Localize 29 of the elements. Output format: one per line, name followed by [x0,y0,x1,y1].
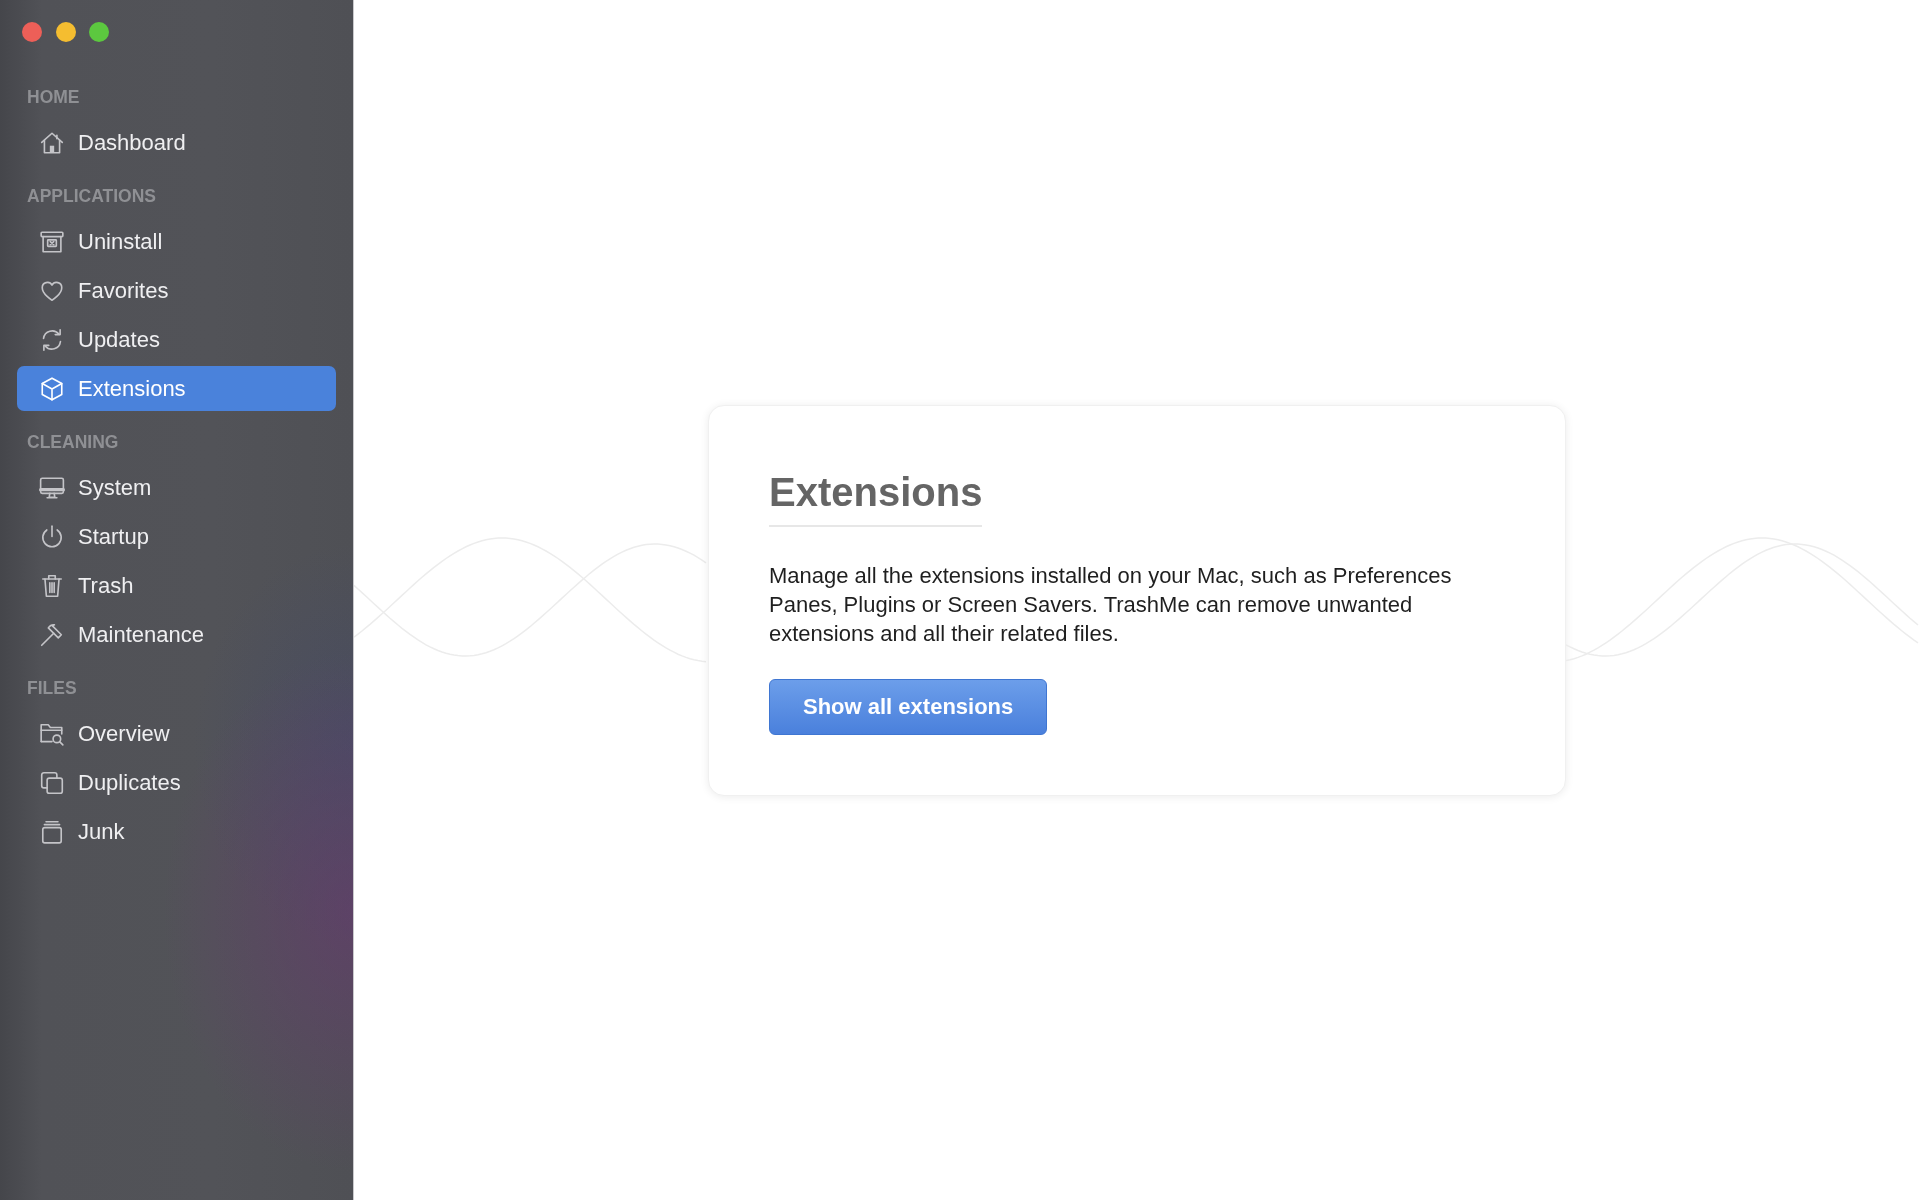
power-icon [39,523,65,550]
close-icon[interactable] [22,22,42,42]
sidebar-item[interactable]: Dashboard [17,120,336,165]
section-header: HOME [26,87,81,107]
sidebar-item[interactable]: System [17,465,336,510]
monitor-icon [39,474,65,501]
sidebar-item[interactable]: Junk [17,809,336,854]
section-header: CLEANING [26,432,120,452]
box-x-icon [39,228,65,255]
trash-icon [39,572,65,599]
sidebar-item[interactable]: Duplicates [17,760,336,805]
section-header: FILES [26,678,78,698]
cube-icon [39,375,65,402]
sidebar-item[interactable]: Startup [17,514,336,559]
card-title: Extensions [769,467,983,527]
copy-icon [39,769,65,796]
sidebar-item[interactable]: Overview [17,711,336,756]
box-stack-icon [39,818,65,845]
sidebar-item[interactable]: Trash [17,563,336,608]
hammer-icon [39,621,65,648]
sidebar-item[interactable]: Uninstall [17,219,336,264]
minimize-icon[interactable] [55,22,76,42]
card-description: Manage all the extensions installed on your Mac, such as Preferences Panes, Plugins or Screen Savers. TrashMe can remove unwanted extensions and all their related files. [769,561,1453,648]
sidebar-item[interactable]: Favorites [17,268,336,313]
zoom-icon[interactable] [89,22,109,42]
sidebar-item[interactable]: Updates [17,317,336,362]
sidebar-item[interactable]: Extensions [17,366,336,411]
section-header: APPLICATIONS [26,186,157,206]
sidebar-item[interactable]: Maintenance [17,612,336,657]
